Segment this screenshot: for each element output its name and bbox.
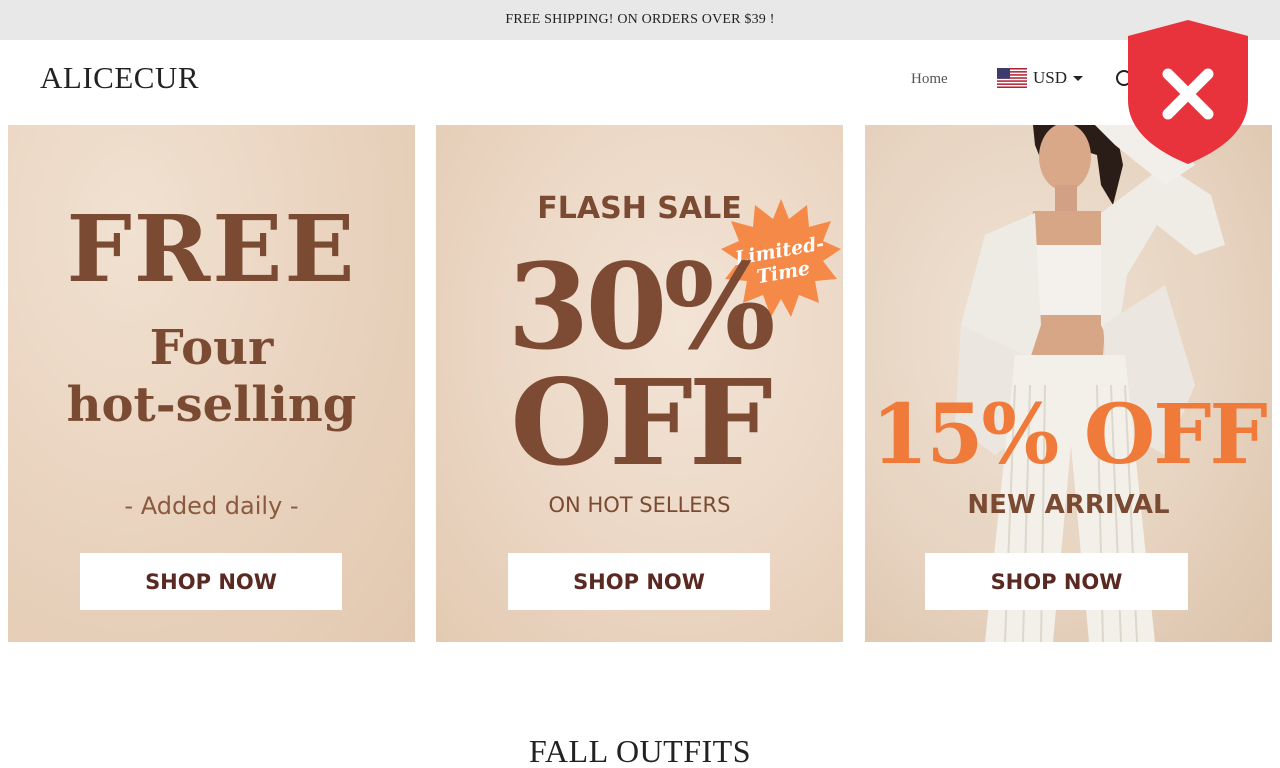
shop-now-button[interactable]: SHOP NOW bbox=[508, 553, 770, 610]
caret-down-icon bbox=[1073, 75, 1084, 81]
currency-selector[interactable]: USD bbox=[997, 68, 1084, 88]
shop-now-button[interactable]: SHOP NOW bbox=[80, 553, 342, 610]
banner-tagline: NEW ARRIVAL bbox=[967, 490, 1170, 520]
announcement-bar: FREE SHIPPING! ON ORDERS OVER $39 ! bbox=[0, 0, 1280, 40]
site-logo[interactable]: ALICECUR bbox=[40, 60, 199, 96]
banner-subline: hot-selling bbox=[66, 377, 357, 433]
announcement-text: FREE SHIPPING! ON ORDERS OVER $39 ! bbox=[505, 12, 775, 27]
shield-x-icon[interactable] bbox=[1126, 18, 1250, 166]
banner-subline: Four bbox=[149, 320, 274, 376]
promo-banner-new-arrival[interactable]: 15% OFF NEW ARRIVAL SHOP NOW bbox=[865, 125, 1272, 642]
banner-tagline: - Added daily - bbox=[124, 492, 299, 520]
discount-headline: 15% OFF bbox=[871, 387, 1267, 483]
promo-banner-free[interactable]: FREE Four hot-selling - Added daily - SH… bbox=[8, 125, 415, 642]
site-header: ALICECUR Home USD bbox=[0, 40, 1280, 120]
banner-headline: FREE bbox=[66, 195, 357, 303]
nav-home-link[interactable]: Home bbox=[911, 71, 948, 88]
us-flag-icon bbox=[997, 68, 1027, 88]
discount-off: OFF bbox=[510, 353, 772, 492]
currency-label: USD bbox=[1033, 68, 1068, 87]
promo-banner-flash-sale[interactable]: FLASH SALE Limited- Time 30% OFF ON HOT … bbox=[436, 125, 843, 642]
section-title: FALL OUTFITS bbox=[529, 733, 751, 768]
banner-tagline: ON HOT SELLERS bbox=[548, 493, 731, 517]
shop-now-button[interactable]: SHOP NOW bbox=[925, 553, 1188, 610]
